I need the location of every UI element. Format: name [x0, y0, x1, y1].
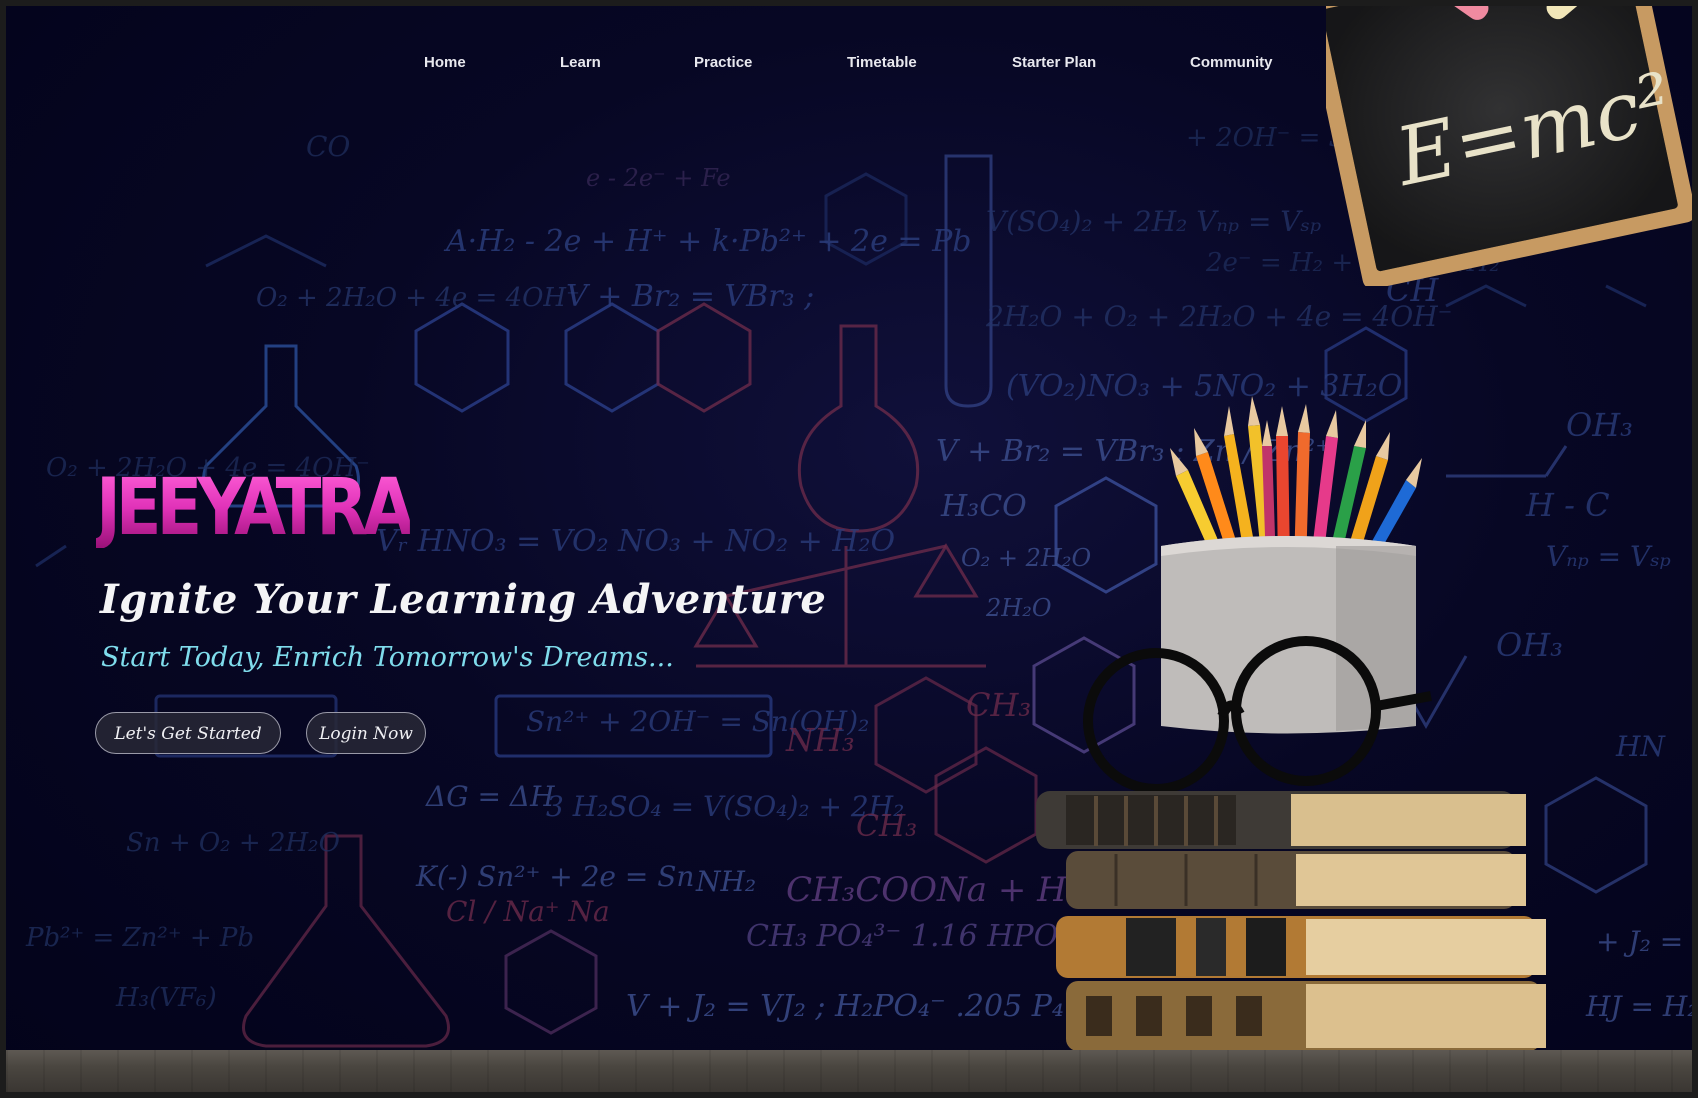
flask-icon — [944, 154, 993, 408]
svg-text:NH₂: NH₂ — [695, 865, 756, 898]
svg-text:H₃CO: H₃CO — [940, 489, 1027, 524]
pencil-cup-icon — [1161, 396, 1422, 734]
hero-subheadline: Start Today, Enrich Tomorrow's Dreams... — [101, 642, 674, 673]
svg-text:K(-) Sn²⁺ + 2e = Sn: K(-) Sn²⁺ + 2e = Sn — [415, 860, 694, 893]
hexagon-molecule-icon — [504, 929, 598, 1035]
login-button[interactable]: Login Now — [306, 712, 426, 754]
svg-text:2H₂O + O₂ + 2H₂O + 4e = 4OH⁻: 2H₂O + O₂ + 2H₂O + 4e = 4OH⁻ — [985, 300, 1452, 333]
svg-text:3 H₂SO₄ = V(SO₄)₂ + 2H₂: 3 H₂SO₄ = V(SO₄)₂ + 2H₂ — [546, 790, 904, 823]
svg-text:NH₃: NH₃ — [785, 721, 855, 759]
svg-text:Pb²⁺ = Zn²⁺ + Pb: Pb²⁺ = Zn²⁺ + Pb — [25, 923, 254, 953]
nav-home[interactable]: Home — [424, 54, 466, 71]
nav-practice[interactable]: Practice — [694, 54, 752, 71]
book-stack-icon — [1036, 791, 1546, 1051]
hexagon-molecule-icon — [414, 302, 510, 413]
nav-learn[interactable]: Learn — [560, 54, 601, 71]
svg-text:ΔG = ΔH: ΔG = ΔH — [425, 780, 555, 813]
svg-text:Cl / Na⁺ Na: Cl / Na⁺ Na — [446, 895, 610, 928]
svg-text:V + J₂ = VJ₂ ; H₂PO₄⁻ .205 P₄: V + J₂ = VJ₂ ; H₂PO₄⁻ .205 P₄ — [626, 989, 1064, 1024]
svg-text:Sn + O₂ + 2H₂O: Sn + O₂ + 2H₂O — [126, 828, 340, 858]
svg-text:CO: CO — [306, 130, 350, 163]
svg-text:e - 2e⁻ + Fe: e - 2e⁻ + Fe — [586, 164, 731, 192]
brand-logo: JEEYATRA — [96, 463, 415, 553]
hexagon-molecule-icon — [564, 302, 660, 413]
get-started-button[interactable]: Let's Get Started — [95, 712, 281, 754]
svg-text:Vᵣ HNO₃ = VO₂ NO₃ + NO₂ + H₂O: Vᵣ HNO₃ = VO₂ NO₃ + NO₂ + H₂O — [376, 524, 895, 559]
hero-headline: Ignite Your Learning Adventure — [100, 576, 827, 623]
svg-text:CH₃: CH₃ — [966, 686, 1031, 724]
nav-community[interactable]: Community — [1190, 54, 1273, 71]
svg-text:A·H₂ - 2e + H⁺ + k·Pb²⁺ + 2e =: A·H₂ - 2e + H⁺ + k·Pb²⁺ + 2e = Pb — [443, 224, 971, 259]
desk-still-life — [1036, 396, 1546, 1051]
svg-text:O₂ + 2H₂O + 4e = 4OH⁻: O₂ + 2H₂O + 4e = 4OH⁻ — [256, 283, 580, 313]
svg-text:V + Br₂ = VBr₃ ;: V + Br₂ = VBr₃ ; — [566, 279, 814, 314]
main-nav: Home Learn Practice Timetable Starter Pl… — [6, 54, 1692, 78]
chalkboard-icon: E=mc² — [1326, 6, 1692, 286]
hexagon-molecule-icon — [874, 676, 978, 794]
nav-timetable[interactable]: Timetable — [847, 54, 917, 71]
hexagon-molecule-icon — [656, 302, 752, 413]
nav-starter-plan[interactable]: Starter Plan — [1012, 54, 1096, 71]
svg-text:H₃(VF₆): H₃(VF₆) — [115, 983, 217, 1013]
hero-section: A·H₂ - 2e + H⁺ + k·Pb²⁺ + 2e = Pb O₂ + 2… — [6, 6, 1692, 1092]
svg-text:CH₃: CH₃ — [856, 809, 917, 844]
svg-text:V(SO₄)₂ + 2H₂ Vₙₚ = Vₛₚ: V(SO₄)₂ + 2H₂ Vₙₚ = Vₛₚ — [986, 205, 1321, 238]
flask-icon — [797, 324, 920, 533]
hexagon-molecule-icon — [934, 746, 1038, 864]
